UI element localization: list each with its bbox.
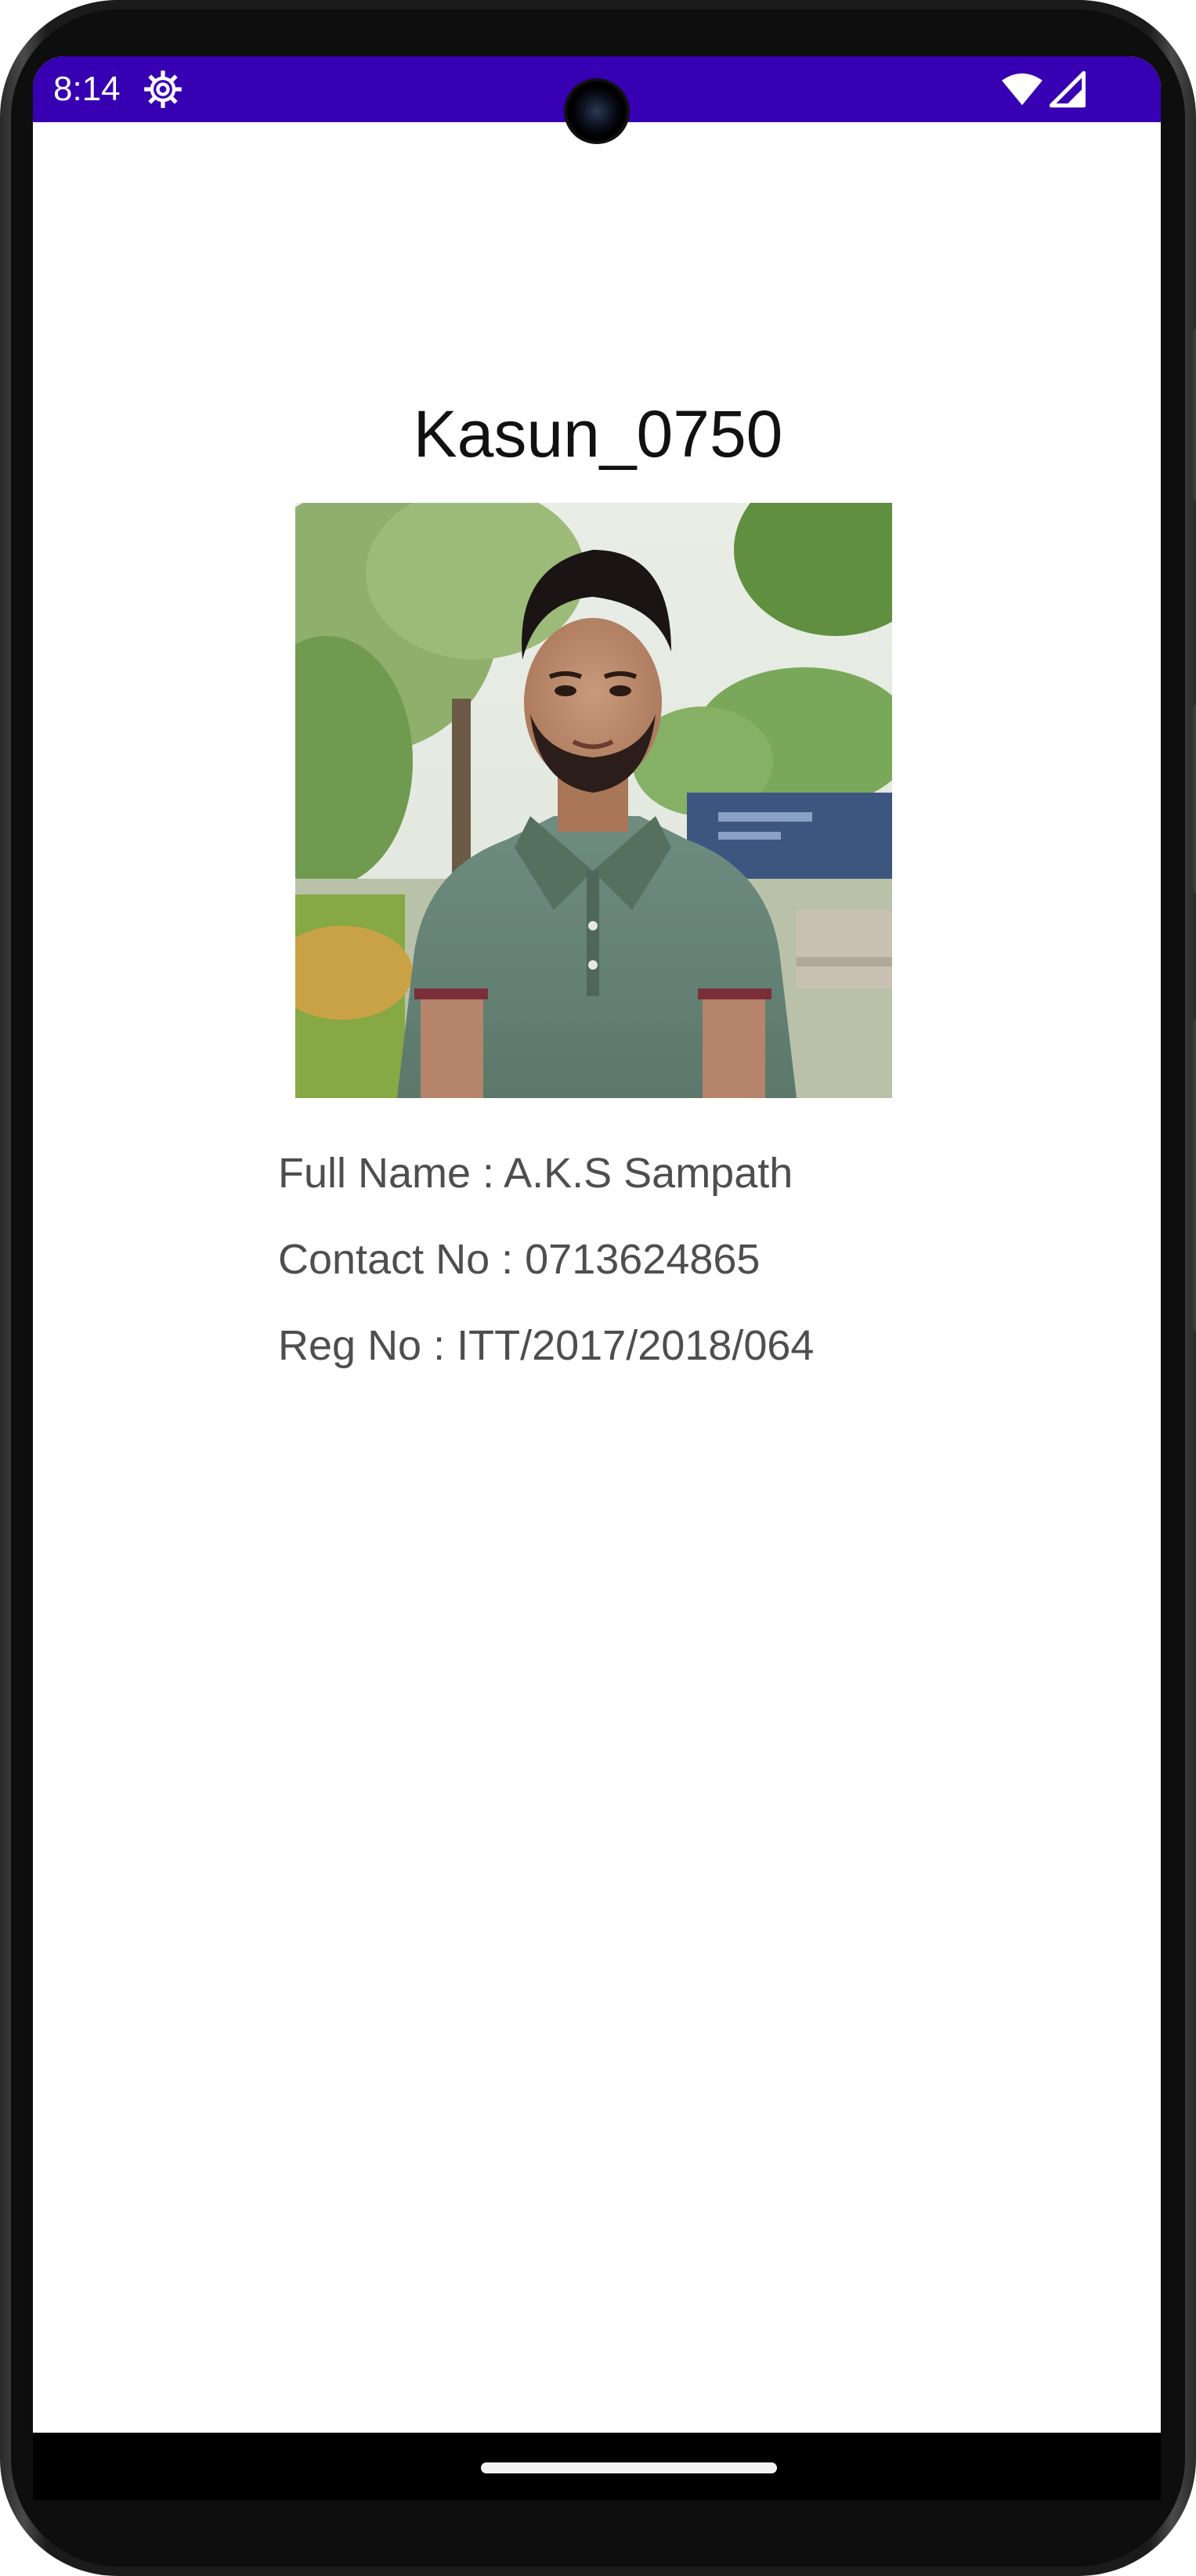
- status-time: 8:14: [53, 70, 121, 108]
- side-button: [1193, 1018, 1196, 1331]
- profile-username: Kasun_0750: [413, 397, 783, 471]
- wifi-icon: [1002, 73, 1042, 106]
- power-button: [1193, 705, 1196, 893]
- navigation-bar: [33, 2433, 1161, 2500]
- settings-gear-icon: [144, 70, 182, 108]
- registration-number-text: Reg No : ITT/2017/2018/064: [278, 1322, 815, 1369]
- front-camera: [564, 78, 630, 144]
- cell-signal-icon: [1050, 70, 1086, 108]
- contact-number-text: Contact No : 0713624865: [278, 1236, 761, 1283]
- profile-photo: [295, 503, 892, 1098]
- home-gesture-bar[interactable]: [481, 2462, 777, 2473]
- full-name-text: Full Name : A.K.S Sampath: [278, 1150, 793, 1197]
